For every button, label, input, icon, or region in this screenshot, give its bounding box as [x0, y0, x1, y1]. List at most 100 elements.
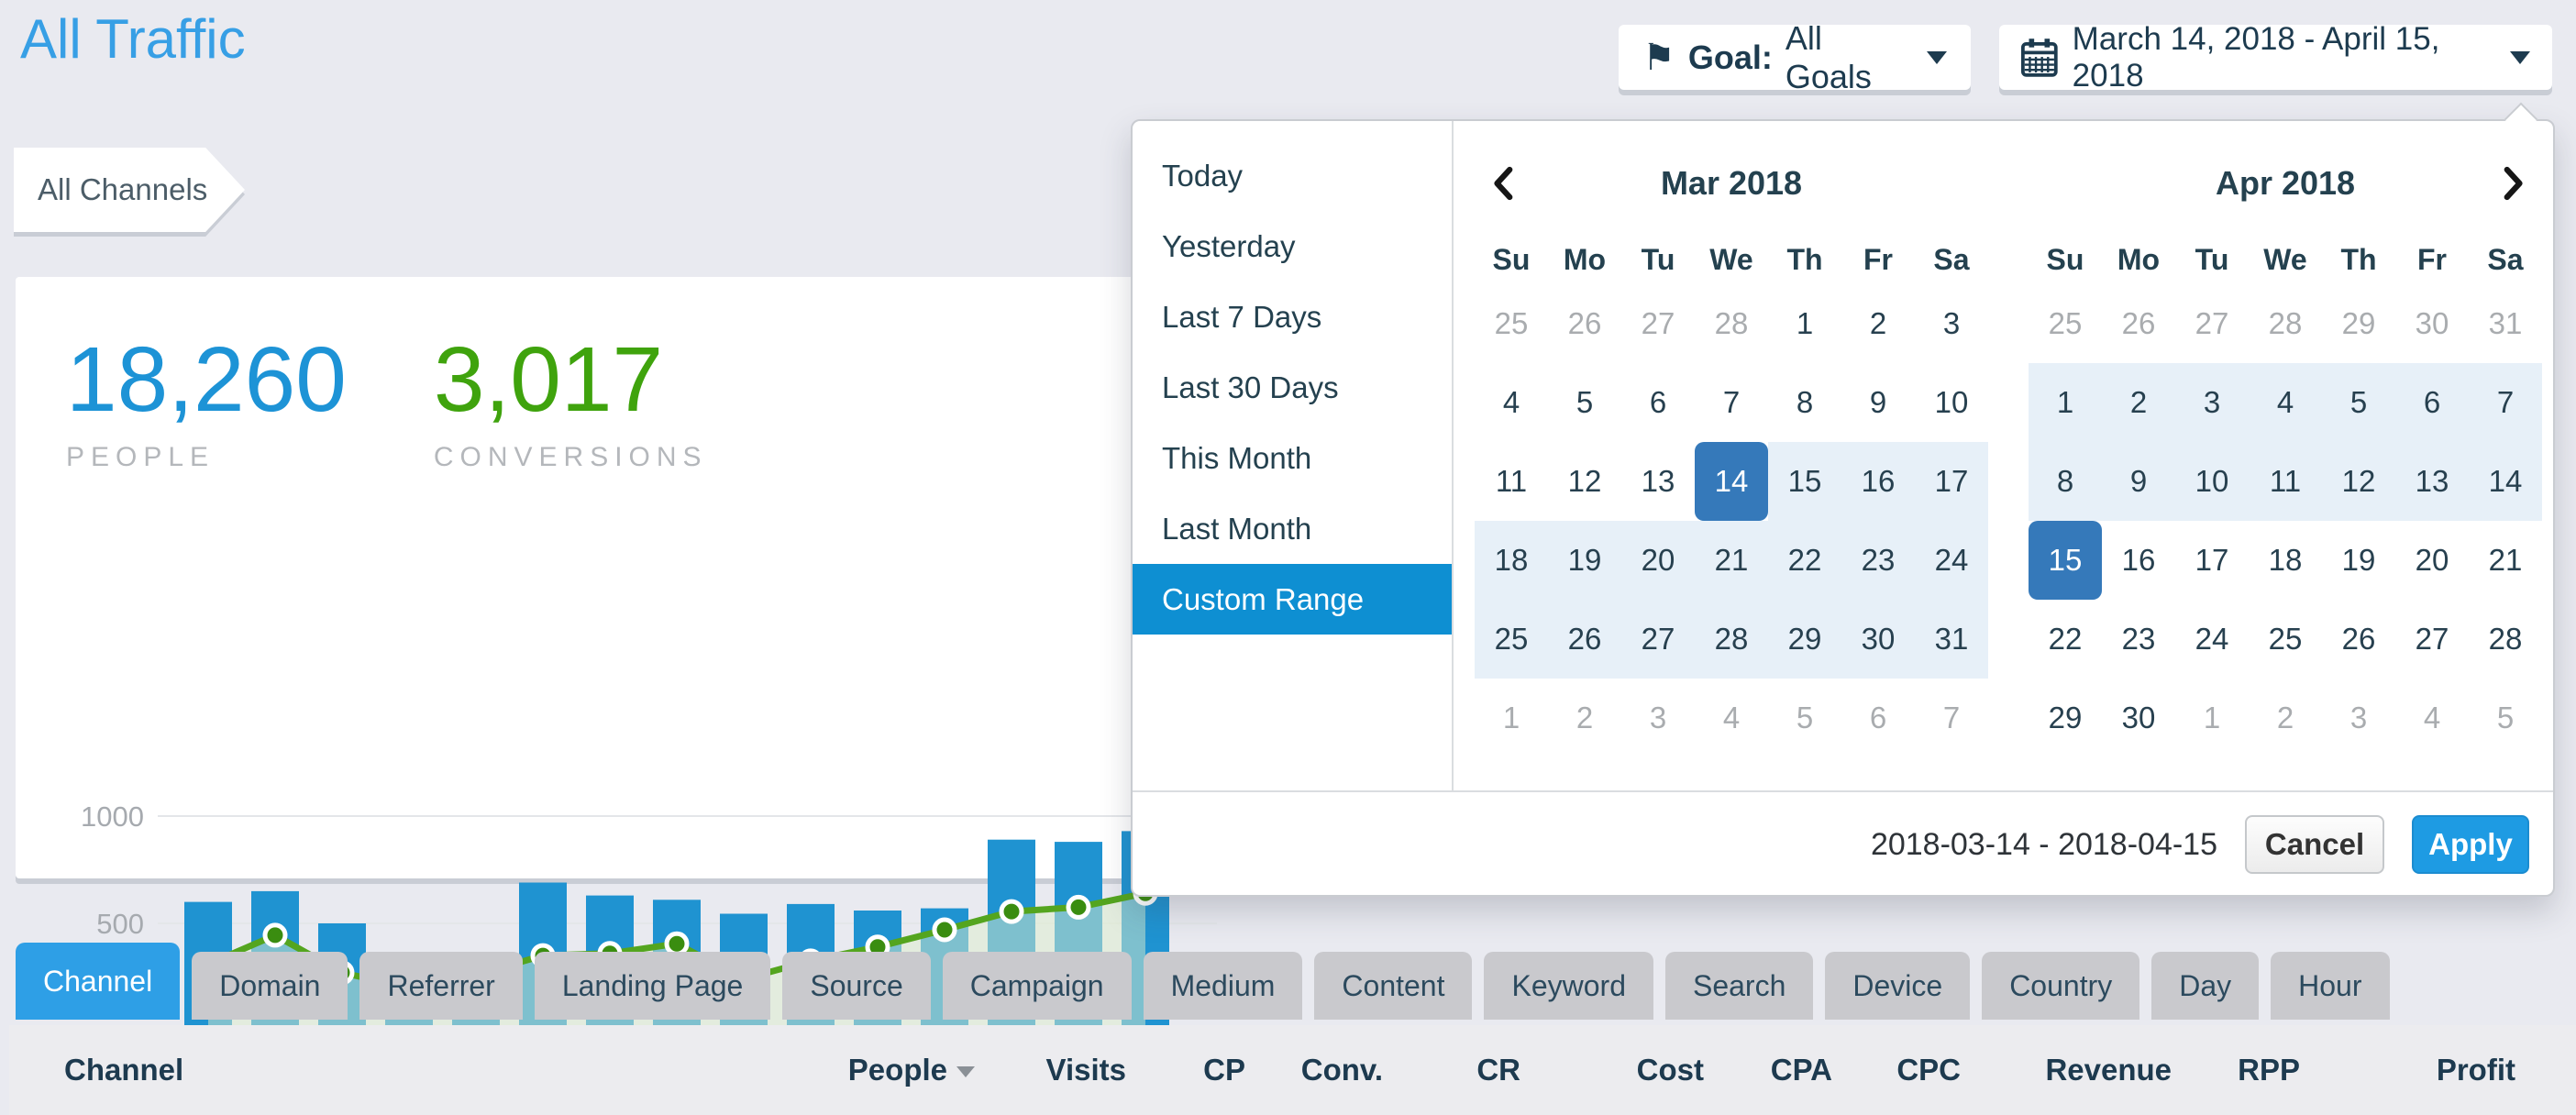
column-header-cpa[interactable]: CPA: [1704, 1053, 1832, 1087]
day-cell[interactable]: 3: [1621, 679, 1695, 757]
tab-hour[interactable]: Hour: [2271, 952, 2389, 1020]
day-cell[interactable]: 24: [1915, 521, 1988, 600]
day-cell[interactable]: 7: [1695, 363, 1768, 442]
day-cell[interactable]: 4: [1695, 679, 1768, 757]
tab-keyword[interactable]: Keyword: [1484, 952, 1653, 1020]
day-cell[interactable]: 18: [1475, 521, 1548, 600]
day-cell[interactable]: 2: [2102, 363, 2175, 442]
day-cell-selected[interactable]: 14: [1695, 442, 1768, 521]
day-cell[interactable]: 8: [2029, 442, 2102, 521]
day-cell[interactable]: 1: [1475, 679, 1548, 757]
day-cell[interactable]: 5: [1548, 363, 1621, 442]
day-cell[interactable]: 27: [2395, 600, 2469, 679]
day-cell[interactable]: 7: [2469, 363, 2542, 442]
day-cell[interactable]: 29: [1768, 600, 1841, 679]
breadcrumb[interactable]: All Channels: [14, 148, 245, 232]
column-header-cost[interactable]: Cost: [1520, 1053, 1704, 1087]
tab-day[interactable]: Day: [2151, 952, 2259, 1020]
calendar-next-button[interactable]: [2493, 161, 2533, 205]
day-cell[interactable]: 1: [1768, 284, 1841, 363]
preset-last-7-days[interactable]: Last 7 Days: [1133, 282, 1452, 352]
column-header-cp[interactable]: CP: [1126, 1053, 1245, 1087]
column-header-visits[interactable]: Visits: [975, 1053, 1126, 1087]
tab-landing-page[interactable]: Landing Page: [535, 952, 771, 1020]
day-cell[interactable]: 5: [1768, 679, 1841, 757]
day-cell[interactable]: 6: [1621, 363, 1695, 442]
day-cell-selected[interactable]: 15: [2029, 521, 2102, 600]
day-cell[interactable]: 29: [2029, 679, 2102, 757]
day-cell[interactable]: 27: [2175, 284, 2249, 363]
day-cell[interactable]: 30: [2102, 679, 2175, 757]
day-cell[interactable]: 16: [2102, 521, 2175, 600]
day-cell[interactable]: 21: [2469, 521, 2542, 600]
day-cell[interactable]: 22: [2029, 600, 2102, 679]
day-cell[interactable]: 30: [2395, 284, 2469, 363]
preset-last-month[interactable]: Last Month: [1133, 493, 1452, 564]
day-cell[interactable]: 12: [1548, 442, 1621, 521]
day-cell[interactable]: 28: [1695, 600, 1768, 679]
day-cell[interactable]: 20: [2395, 521, 2469, 600]
tab-search[interactable]: Search: [1665, 952, 1813, 1020]
day-cell[interactable]: 27: [1621, 600, 1695, 679]
day-cell[interactable]: 26: [2102, 284, 2175, 363]
preset-this-month[interactable]: This Month: [1133, 423, 1452, 493]
day-cell[interactable]: 11: [2249, 442, 2322, 521]
day-cell[interactable]: 29: [2322, 284, 2395, 363]
day-cell[interactable]: 17: [2175, 521, 2249, 600]
day-cell[interactable]: 20: [1621, 521, 1695, 600]
tab-country[interactable]: Country: [1982, 952, 2139, 1020]
day-cell[interactable]: 2: [2249, 679, 2322, 757]
day-cell[interactable]: 23: [2102, 600, 2175, 679]
day-cell[interactable]: 16: [1841, 442, 1915, 521]
day-cell[interactable]: 5: [2322, 363, 2395, 442]
day-cell[interactable]: 15: [1768, 442, 1841, 521]
tab-medium[interactable]: Medium: [1144, 952, 1303, 1020]
column-header-rpp[interactable]: RPP: [2172, 1053, 2300, 1087]
day-cell[interactable]: 3: [2175, 363, 2249, 442]
day-cell[interactable]: 24: [2175, 600, 2249, 679]
date-range-button[interactable]: March 14, 2018 - April 15, 2018: [1999, 25, 2552, 90]
day-cell[interactable]: 31: [2469, 284, 2542, 363]
day-cell[interactable]: 6: [2395, 363, 2469, 442]
day-cell[interactable]: 2: [1548, 679, 1621, 757]
day-cell[interactable]: 3: [2322, 679, 2395, 757]
day-cell[interactable]: 1: [2175, 679, 2249, 757]
day-cell[interactable]: 2: [1841, 284, 1915, 363]
preset-today[interactable]: Today: [1133, 140, 1452, 211]
day-cell[interactable]: 13: [1621, 442, 1695, 521]
day-cell[interactable]: 26: [1548, 600, 1621, 679]
tab-domain[interactable]: Domain: [192, 952, 348, 1020]
day-cell[interactable]: 6: [1841, 679, 1915, 757]
day-cell[interactable]: 13: [2395, 442, 2469, 521]
tab-referrer[interactable]: Referrer: [359, 952, 522, 1020]
day-cell[interactable]: 9: [2102, 442, 2175, 521]
day-cell[interactable]: 4: [2249, 363, 2322, 442]
cancel-button[interactable]: Cancel: [2245, 815, 2384, 874]
day-cell[interactable]: 11: [1475, 442, 1548, 521]
day-cell[interactable]: 19: [1548, 521, 1621, 600]
day-cell[interactable]: 4: [1475, 363, 1548, 442]
preset-custom-range[interactable]: Custom Range: [1133, 564, 1452, 635]
day-cell[interactable]: 30: [1841, 600, 1915, 679]
column-header-cpc[interactable]: CPC: [1832, 1053, 1961, 1087]
day-cell[interactable]: 7: [1915, 679, 1988, 757]
day-cell[interactable]: 31: [1915, 600, 1988, 679]
day-cell[interactable]: 8: [1768, 363, 1841, 442]
day-cell[interactable]: 28: [1695, 284, 1768, 363]
day-cell[interactable]: 9: [1841, 363, 1915, 442]
column-header-profit[interactable]: Profit: [2300, 1053, 2515, 1087]
tab-campaign[interactable]: Campaign: [943, 952, 1132, 1020]
day-cell[interactable]: 26: [1548, 284, 1621, 363]
day-cell[interactable]: 3: [1915, 284, 1988, 363]
preset-yesterday[interactable]: Yesterday: [1133, 211, 1452, 282]
day-cell[interactable]: 25: [1475, 284, 1548, 363]
day-cell[interactable]: 28: [2249, 284, 2322, 363]
day-cell[interactable]: 14: [2469, 442, 2542, 521]
day-cell[interactable]: 28: [2469, 600, 2542, 679]
preset-last-30-days[interactable]: Last 30 Days: [1133, 352, 1452, 423]
column-header-cr[interactable]: CR: [1383, 1053, 1520, 1087]
day-cell[interactable]: 25: [1475, 600, 1548, 679]
day-cell[interactable]: 4: [2395, 679, 2469, 757]
goal-selector-button[interactable]: ⚑ Goal: All Goals: [1619, 25, 1971, 90]
tab-device[interactable]: Device: [1825, 952, 1970, 1020]
